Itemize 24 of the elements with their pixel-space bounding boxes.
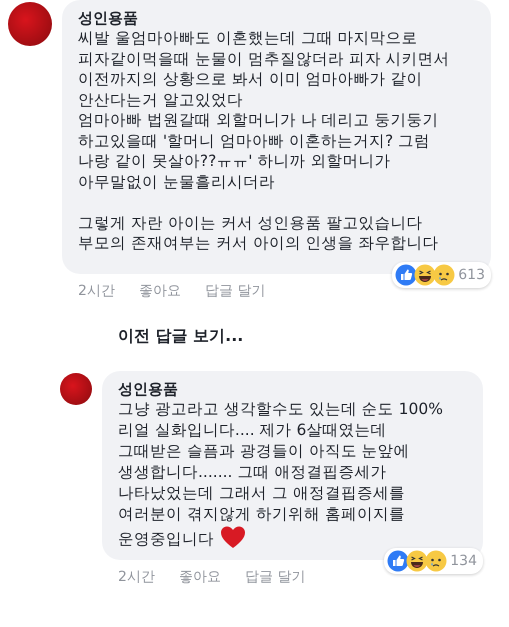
heart-icon	[220, 524, 246, 548]
like-reaction-icon	[387, 550, 410, 572]
crying-face-icon	[425, 550, 448, 572]
crying-face-icon	[433, 264, 456, 286]
reaction-count: 613	[458, 266, 485, 282]
laughing-face-icon	[406, 550, 428, 572]
like-link[interactable]: 좋아요	[178, 568, 221, 586]
like-reaction-icon	[395, 264, 418, 286]
laughing-face-icon	[414, 264, 436, 286]
reply-link[interactable]: 답글 달기	[204, 282, 266, 300]
avatar[interactable]	[8, 2, 52, 46]
author-name[interactable]: 성인용품	[118, 378, 469, 398]
reactions-summary[interactable]: 613	[392, 262, 491, 288]
view-previous-replies-link[interactable]: 이전 답글 보기...	[118, 326, 509, 346]
comment-text: 씨발 울엄마아빠도 이혼했는데 그때 마지막으로 피자같이먹을때 눈물이 멈추질않더라 피자 시키면서 이전까지의 상황으로 봐서 이미 엄마아빠가 같이 안산다는거 알고있었다 엄마아빠 법원갈때 외할머니가 나 데리고 둥기둥기 하고있을때 '할머니 엄마아빠 이혼하는거지? 그럼 나랑 같이 못살아??ㅠㅠ' 하니까 외할머니가 아무말없이 눈물흘리시더라 그렇게 자란 아이는 커서 성인용품 팔고있습니다 부모의 존재여부는 커서 아이의 인생을 좌우합니다	[78, 28, 451, 254]
reactions-summary[interactable]: 134	[384, 548, 483, 574]
reaction-count: 134	[450, 552, 477, 568]
author-name[interactable]: 성인용품	[78, 8, 477, 28]
reply-link[interactable]: 답글 달기	[244, 568, 306, 586]
comment-text: 그냥 광고라고 생각할수도 있는데 순도 100% 리얼 실화입니다.... 제가 6살때였는데 그때받은 슬픔과 광경들이 아직도 눈앞에 생생합니다....... 그때 애정결핍증세가 나타났었는데 그래서 그 애정결핍증세를 여러분이 겪지않게 하기위해 홈페이지를 운영중입니다	[118, 398, 444, 550]
comment-time: 2시간	[118, 568, 155, 586]
like-link[interactable]: 좋아요	[138, 282, 181, 300]
avatar[interactable]	[60, 372, 92, 404]
comment-time: 2시간	[78, 282, 115, 300]
